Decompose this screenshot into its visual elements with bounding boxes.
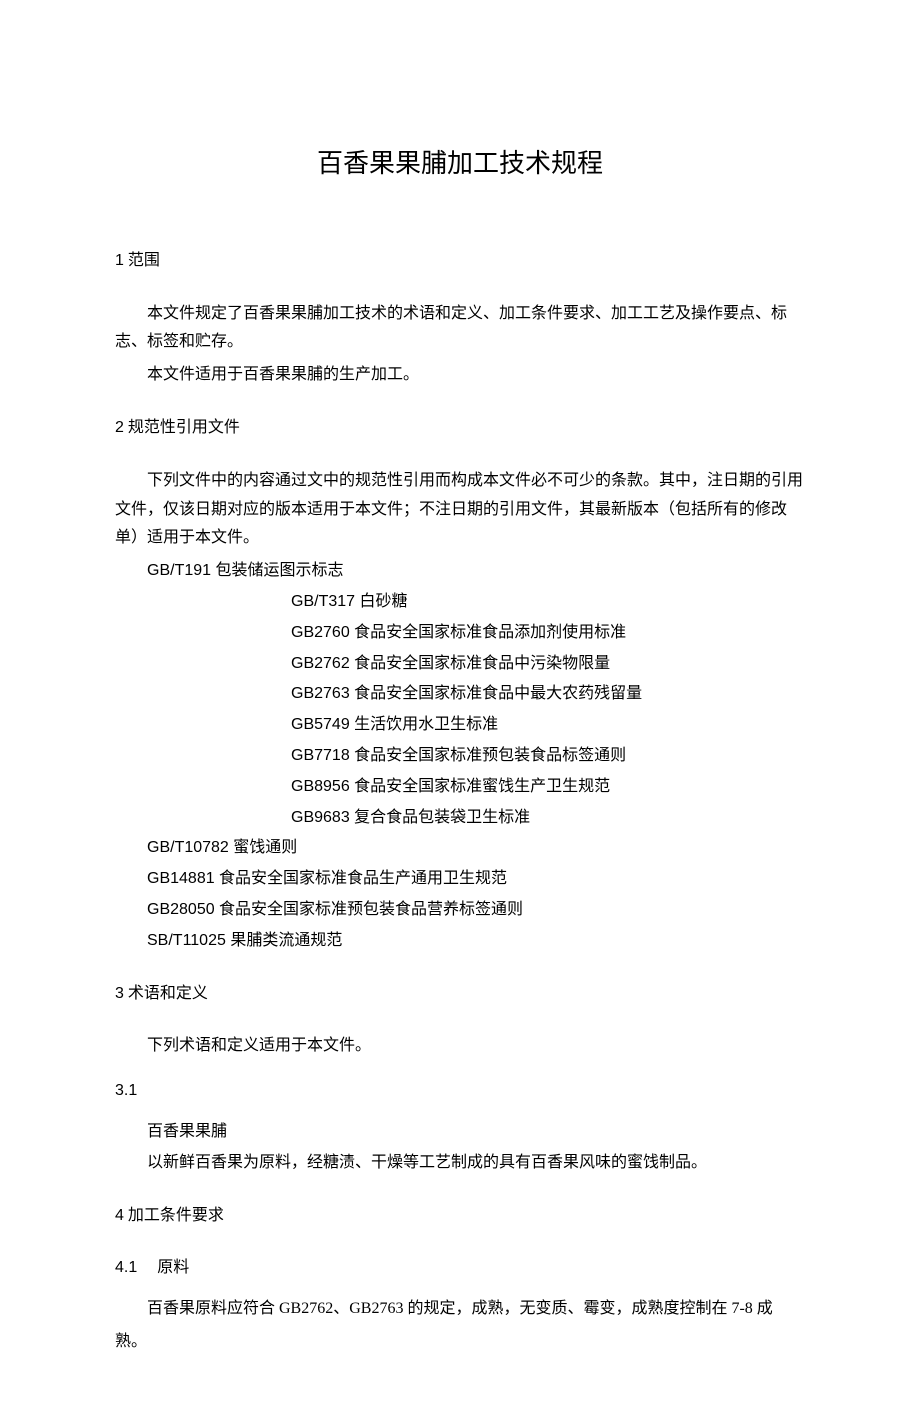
section-1-heading: 1范围 (115, 247, 805, 276)
section-3-1-def: 以新鲜百香果为原料，经糖渍、干燥等工艺制成的具有百香果风味的蜜饯制品。 (115, 1149, 805, 1178)
section-4-1-num: 4.1 (115, 1259, 137, 1276)
section-2-num: 2 (115, 419, 124, 436)
ref-item-9: GB/T10782 蜜饯通则 (147, 834, 805, 863)
section-4-1-heading: 4.1 原料 (115, 1254, 805, 1283)
ref-item-7: GB8956 食品安全国家标准蜜饯生产卫生规范 (291, 773, 805, 802)
section-4-heading: 4加工条件要求 (115, 1202, 805, 1231)
ref-item-4: GB2763 食品安全国家标准食品中最大农药残留量 (291, 680, 805, 709)
ref-item-3: GB2762 食品安全国家标准食品中污染物限量 (291, 650, 805, 679)
section-3-1-term: 百香果果脯 (115, 1118, 805, 1147)
document-title: 百香果果脯加工技术规程 (115, 140, 805, 187)
section-3-1-num: 3.1 (115, 1077, 805, 1106)
ref-item-8: GB9683 复合食品包装袋卫生标准 (291, 804, 805, 833)
section-1-p2: 本文件适用于百香果果脯的生产加工。 (115, 361, 805, 390)
ref-item-10: GB14881 食品安全国家标准食品生产通用卫生规范 (147, 865, 805, 894)
section-3-heading: 3术语和定义 (115, 980, 805, 1009)
ref-item-12: SB/T11025 果脯类流通规范 (147, 927, 805, 956)
section-3-num: 3 (115, 985, 124, 1002)
section-3-label: 术语和定义 (128, 985, 208, 1002)
section-2-p1: 下列文件中的内容通过文中的规范性引用而构成本文件必不可少的条款。其中，注日期的引… (115, 467, 805, 553)
section-4-label: 加工条件要求 (128, 1207, 224, 1224)
section-4-1-p1b: 熟。 (115, 1328, 805, 1357)
section-2-heading: 2规范性引用文件 (115, 414, 805, 443)
ref-item-2: GB2760 食品安全国家标准食品添加剂使用标准 (291, 619, 805, 648)
section-4-1-label: 原料 (157, 1259, 189, 1276)
section-4-num: 4 (115, 1207, 124, 1224)
section-4-1-p1a: 百香果原料应符合 GB2762、GB2763 的规定，成熟，无变质、霉变，成熟度… (115, 1295, 805, 1324)
ref-item-6: GB7718 食品安全国家标准预包装食品标签通则 (291, 742, 805, 771)
section-1-p1: 本文件规定了百香果果脯加工技术的术语和定义、加工条件要求、加工工艺及操作要点、标… (115, 300, 805, 358)
section-1-label: 范围 (128, 252, 160, 269)
section-1-num: 1 (115, 252, 124, 269)
ref-item-5: GB5749 生活饮用水卫生标准 (291, 711, 805, 740)
ref-item-11: GB28050 食品安全国家标准预包装食品营养标签通则 (147, 896, 805, 925)
ref-item-1: GB/T317 白砂糖 (291, 588, 805, 617)
ref-item-0: GB/T191 包装储运图示标志 (147, 557, 805, 586)
section-3-p1: 下列术语和定义适用于本文件。 (115, 1032, 805, 1061)
section-2-label: 规范性引用文件 (128, 419, 240, 436)
